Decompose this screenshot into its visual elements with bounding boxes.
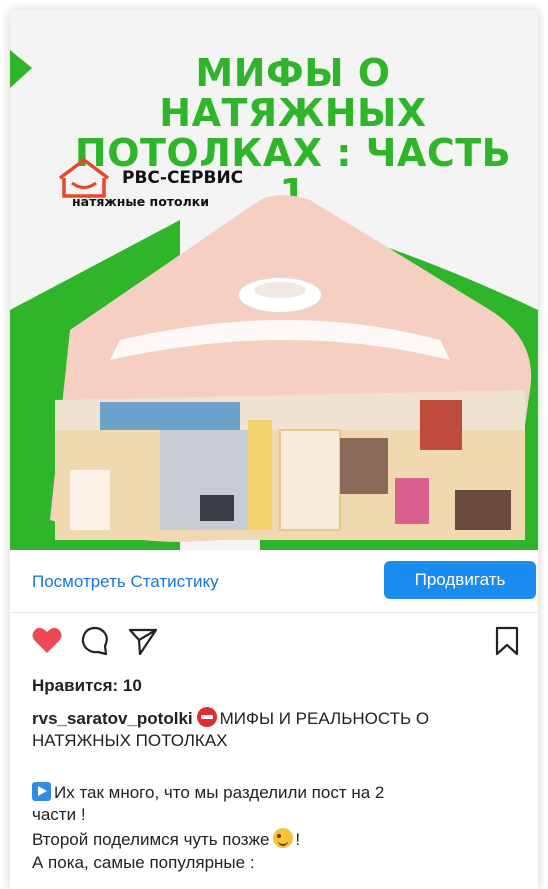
paragraph-2-text: Второй поделимся чуть позже bbox=[32, 830, 270, 849]
stats-bar: Посмотреть Статистику Продвигать bbox=[10, 550, 538, 613]
ceiling-room-photo bbox=[50, 195, 532, 542]
headline-line-1: МИФЫ О НАТЯЖНЫХ bbox=[159, 51, 427, 135]
post-image[interactable]: МИФЫ О НАТЯЖНЫХ ПОТОЛКАХ : ЧАСТЬ 1 РВС-С… bbox=[10, 10, 538, 550]
comment-icon[interactable] bbox=[80, 626, 110, 656]
paragraph-1-line-1: Их так много, что мы разделили пост на 2 bbox=[54, 783, 385, 802]
likes-count[interactable]: Нравится: 10 bbox=[32, 676, 142, 696]
post-actions bbox=[10, 622, 538, 662]
send-icon[interactable] bbox=[128, 626, 158, 656]
caption-line-1: МИФЫ И РЕАЛЬНОСТЬ О bbox=[219, 709, 430, 728]
heart-icon[interactable] bbox=[32, 626, 62, 654]
caption: rvs_saratov_potolki МИФЫ И РЕАЛЬНОСТЬ О Н… bbox=[32, 707, 522, 752]
view-stats-link[interactable]: Посмотреть Статистику bbox=[32, 572, 219, 592]
paragraph-2-end: ! bbox=[295, 830, 301, 849]
post-frame: МИФЫ О НАТЯЖНЫХ ПОТОЛКАХ : ЧАСТЬ 1 РВС-С… bbox=[10, 10, 538, 889]
caption-paragraph-1: Их так много, что мы разделили пост на 2… bbox=[32, 782, 522, 826]
promote-button[interactable]: Продвигать bbox=[384, 561, 536, 599]
caption-line-2: НАТЯЖНЫХ ПОТОЛКАХ bbox=[32, 731, 228, 750]
no-entry-emoji-icon bbox=[196, 707, 217, 727]
play-button-emoji-icon bbox=[32, 782, 51, 801]
caption-paragraph-3: А пока, самые популярные : bbox=[32, 853, 255, 872]
caption-username[interactable]: rvs_saratov_potolki bbox=[32, 709, 193, 728]
paragraph-1-line-2: части ! bbox=[32, 805, 86, 824]
caption-paragraph-2: Второй поделимся чуть позже! bbox=[32, 828, 522, 851]
bookmark-icon[interactable] bbox=[494, 626, 520, 656]
logo-name: РВС-СЕРВИС bbox=[122, 168, 244, 188]
wink-emoji-icon bbox=[273, 828, 294, 848]
